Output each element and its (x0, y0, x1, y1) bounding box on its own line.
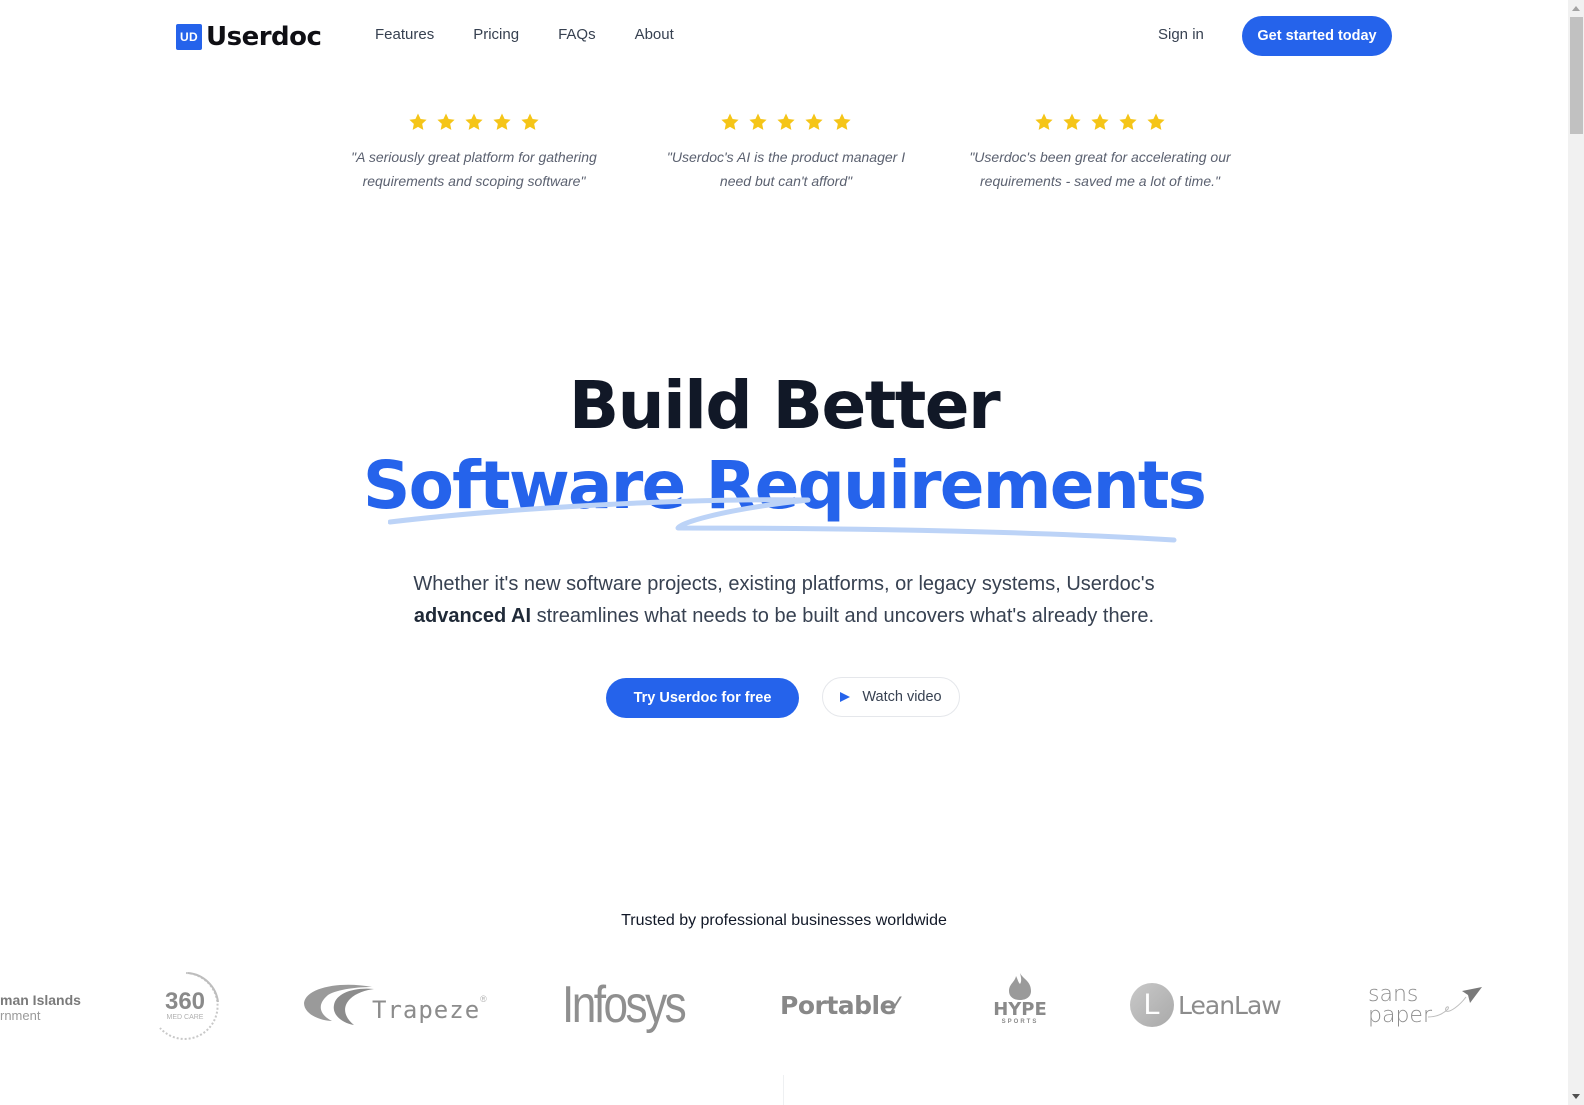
checkmark-icon: ⁄ (894, 992, 898, 1017)
page: UD Userdoc Features Pricing FAQs About S… (0, 0, 1568, 1105)
subtitle-emphasis: advanced AI (413, 605, 532, 627)
star-icon (1091, 113, 1109, 130)
logo-text: HYPE (993, 999, 1047, 1020)
logo-text: MED CARE (166, 1013, 204, 1021)
nav-pricing[interactable]: Pricing (473, 26, 519, 43)
testimonial-card: "A seriously great platform for gatherin… (344, 112, 604, 193)
main-nav: Features Pricing FAQs About (375, 26, 713, 43)
star-icon (805, 113, 823, 130)
star-icon (437, 113, 455, 130)
trusted-heading: Trusted by professional businesses world… (621, 912, 947, 929)
star-icon (1035, 113, 1053, 130)
star-rating (656, 112, 916, 134)
star-icon (465, 113, 483, 130)
vertical-scrollbar[interactable] (1568, 0, 1584, 1105)
logo-text: sans (1368, 982, 1419, 1007)
logo-sans-paper: sans paper (1368, 980, 1482, 1030)
logo-infosys: Infosys (562, 975, 706, 1035)
logo-badge: UD (176, 24, 202, 50)
nav-features[interactable]: Features (375, 26, 434, 43)
hero-subtitle: Whether it's new software projects, exis… (0, 568, 1568, 632)
logo-hype-sports: HYPE SPORTS (988, 971, 1052, 1025)
subtitle-text: streamlines what needs to be built and u… (536, 605, 1155, 627)
registered-mark: ® (480, 994, 487, 1004)
logo-text: 360 (164, 987, 206, 1015)
star-icon (1119, 113, 1137, 130)
testimonial-card: "Userdoc's AI is the product manager I n… (656, 112, 916, 193)
logo-portable: Portable ⁄ (780, 987, 898, 1023)
testimonial-card: "Userdoc's been great for accelerating o… (969, 112, 1231, 193)
logo-text: Userdoc (206, 22, 322, 52)
star-icon (777, 113, 795, 130)
customer-logos: man Islands rnment 360 MED CARE Trapeze … (0, 972, 1568, 1050)
nav-about[interactable]: About (635, 26, 674, 43)
logo-leanlaw: L LeanLaw (1130, 982, 1282, 1028)
logo-wordmark: sans paper (1368, 982, 1432, 1028)
star-icon (833, 113, 851, 130)
star-icon (749, 113, 767, 130)
scrollbar-thumb[interactable] (1570, 17, 1583, 134)
flame-icon (1009, 973, 1031, 1000)
star-icon (521, 113, 539, 130)
star-rating (344, 112, 604, 134)
logo-text: paper (1368, 1003, 1432, 1028)
logo-text: SPORTS (1001, 1019, 1039, 1025)
trapeze-swoosh-icon (304, 984, 374, 1025)
logo-text: Portable (780, 990, 897, 1020)
star-rating (969, 112, 1231, 134)
get-started-button[interactable]: Get started today (1242, 16, 1392, 56)
leanlaw-badge-icon: L (1130, 983, 1174, 1027)
hero-title-line1: Build Better (568, 367, 1001, 444)
section-divider (783, 1075, 784, 1105)
testimonial-quote: "Userdoc's been great for accelerating o… (969, 149, 1231, 189)
watch-video-button[interactable]: Watch video (822, 677, 960, 717)
logo-cayman-islands: man Islands rnment (0, 992, 81, 1024)
scroll-up-arrow-icon[interactable] (1572, 6, 1580, 11)
paper-plane-icon (1427, 987, 1482, 1018)
logo-text: man Islands (0, 992, 81, 1008)
scroll-down-arrow-icon[interactable] (1572, 1094, 1580, 1099)
logo-text: LeanLaw (1178, 990, 1282, 1020)
logo-text: rnment (0, 1008, 41, 1023)
brand-logo-link[interactable]: UD Userdoc (176, 22, 322, 52)
star-icon (409, 113, 427, 130)
logo-trapeze: Trapeze ® (302, 979, 487, 1029)
star-icon (721, 113, 739, 130)
top-nav: UD Userdoc Features Pricing FAQs About S… (0, 0, 1568, 72)
star-icon (1063, 113, 1081, 130)
star-icon (1147, 113, 1165, 130)
logo-360-med-care: 360 MED CARE (150, 970, 220, 1040)
logo-text: Trapeze (372, 996, 481, 1024)
underline-squiggle-decoration (388, 497, 1177, 543)
play-icon (840, 692, 851, 702)
testimonial-quote: "A seriously great platform for gatherin… (351, 149, 597, 189)
testimonial-quote: "Userdoc's AI is the product manager I n… (666, 149, 906, 189)
try-free-button[interactable]: Try Userdoc for free (606, 678, 799, 718)
sign-in-link[interactable]: Sign in (1158, 26, 1204, 43)
watch-video-label: Watch video (862, 689, 942, 705)
logo-text: Infosys (562, 976, 687, 1034)
subtitle-text: Whether it's new software projects, exis… (413, 573, 1155, 595)
star-icon (493, 113, 511, 130)
nav-faqs[interactable]: FAQs (558, 26, 596, 43)
